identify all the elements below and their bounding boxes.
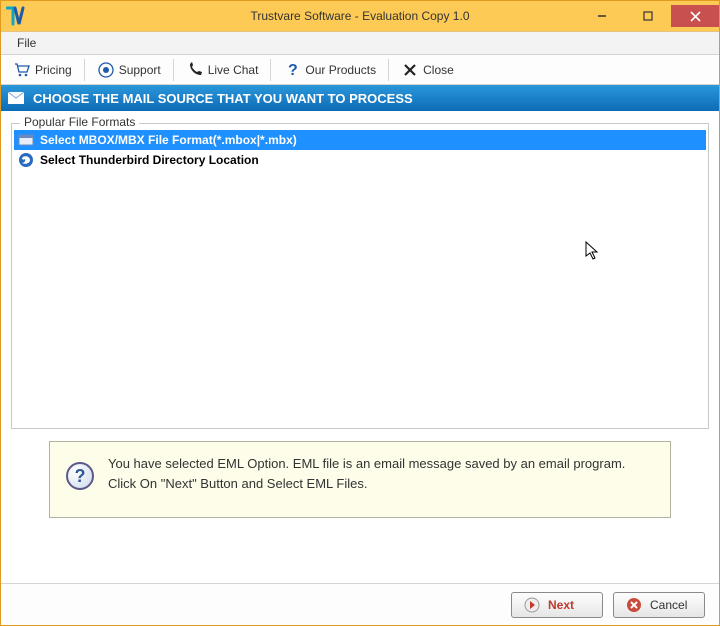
info-panel: ? You have selected EML Option. EML file… [49,441,671,518]
toolbar-separator [173,59,174,81]
toolbar-livechat-label: Live Chat [208,63,259,77]
toolbar-support[interactable]: Support [89,58,169,82]
option-thunderbird-label: Select Thunderbird Directory Location [40,153,259,167]
info-text: You have selected EML Option. EML file i… [108,454,654,493]
option-mbox-label: Select MBOX/MBX File Format(*.mbox|*.mbx… [40,133,297,147]
formats-legend: Popular File Formats [20,115,139,129]
cart-icon [13,61,31,79]
app-window: Trustvare Software - Evaluation Copy 1.0… [0,0,720,626]
toolbar-products[interactable]: ? Our Products [275,58,384,82]
phone-icon [186,61,204,79]
menubar: File [1,31,719,55]
menu-file[interactable]: File [7,33,46,53]
mail-icon [7,89,25,107]
cancel-button[interactable]: Cancel [613,592,705,618]
toolbar: Pricing Support Live Chat ? Our Products [1,55,719,85]
toolbar-close-label: Close [423,63,454,77]
formats-list[interactable]: Select MBOX/MBX File Format(*.mbox|*.mbx… [14,130,706,426]
cancel-icon [626,597,642,613]
content-area: Popular File Formats Select MBOX/MBX Fil… [1,111,719,583]
formats-group: Popular File Formats Select MBOX/MBX Fil… [11,123,709,429]
next-label: Next [548,598,574,612]
titlebar[interactable]: Trustvare Software - Evaluation Copy 1.0 [1,1,719,31]
toolbar-pricing[interactable]: Pricing [5,58,80,82]
toolbar-support-label: Support [119,63,161,77]
file-icon [18,132,34,148]
toolbar-separator [388,59,389,81]
window-controls [579,5,719,27]
thunderbird-icon [18,152,34,168]
cancel-label: Cancel [650,598,687,612]
option-mbox[interactable]: Select MBOX/MBX File Format(*.mbox|*.mbx… [14,130,706,150]
close-window-button[interactable] [671,5,719,27]
minimize-button[interactable] [579,5,625,27]
option-thunderbird[interactable]: Select Thunderbird Directory Location [14,150,706,170]
next-arrow-icon [524,597,540,613]
info-icon: ? [66,462,94,490]
toolbar-separator [84,59,85,81]
toolbar-products-label: Our Products [305,63,376,77]
app-logo [3,2,31,30]
step-banner: CHOOSE THE MAIL SOURCE THAT YOU WANT TO … [1,85,719,111]
banner-text: CHOOSE THE MAIL SOURCE THAT YOU WANT TO … [33,91,413,106]
toolbar-livechat[interactable]: Live Chat [178,58,267,82]
toolbar-close[interactable]: Close [393,58,462,82]
next-button[interactable]: Next [511,592,603,618]
toolbar-separator [270,59,271,81]
toolbar-pricing-label: Pricing [35,63,72,77]
headset-icon [97,61,115,79]
footer: Next Cancel [1,583,719,625]
close-icon [401,61,419,79]
question-icon: ? [283,61,301,79]
svg-text:?: ? [288,62,298,79]
maximize-button[interactable] [625,5,671,27]
